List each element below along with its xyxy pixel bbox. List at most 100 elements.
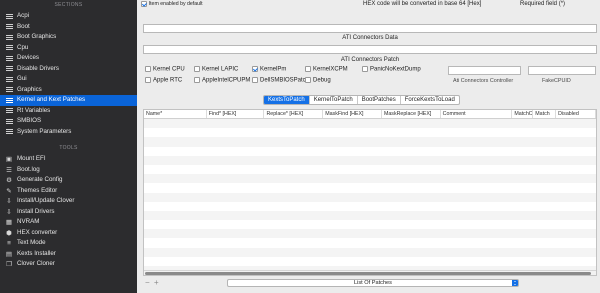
column-header[interactable]: Comment bbox=[441, 110, 513, 118]
tool-item[interactable]: ⬢ HEX converter bbox=[0, 228, 137, 239]
table-row bbox=[144, 146, 596, 156]
sidebar-item[interactable]: Devices bbox=[0, 53, 137, 64]
sections-header: SECTIONS bbox=[54, 2, 83, 8]
download-icon: ⇩ bbox=[6, 198, 12, 205]
list-icon bbox=[6, 87, 13, 93]
kernel-patch-label: DellSMBIOSPatch bbox=[260, 77, 310, 84]
kernel-patch-checkbox[interactable] bbox=[252, 77, 258, 83]
ati-connectors-data-top-field[interactable] bbox=[143, 24, 597, 33]
tool-item-label: Mount EFI bbox=[17, 155, 46, 162]
column-header[interactable]: Find* [HEX] bbox=[207, 110, 265, 118]
kernel-patch-option[interactable]: DellSMBIOSPatch bbox=[252, 77, 309, 84]
table-row bbox=[144, 201, 596, 211]
horizontal-scrollbar[interactable] bbox=[144, 270, 596, 275]
ati-connectors-controller-field[interactable] bbox=[448, 66, 521, 75]
list-of-patches-popup[interactable]: List Of Patches bbox=[227, 279, 519, 287]
list-icon bbox=[6, 24, 13, 30]
tool-item-label: Generate Config bbox=[17, 176, 63, 183]
sidebar-item-label: Gui bbox=[17, 75, 27, 82]
kernel-patch-label: Kernel LAPIC bbox=[202, 66, 239, 73]
remove-row-button[interactable]: − bbox=[145, 278, 150, 287]
sidebar-item-label: System Parameters bbox=[17, 127, 72, 135]
sidebar-item[interactable]: Rt Variables bbox=[0, 106, 137, 117]
kernel-patch-option[interactable]: KernelPm bbox=[252, 66, 302, 73]
tool-item[interactable]: ⇩ Install/Update Clover bbox=[0, 196, 137, 207]
sidebar-item[interactable]: SMBIOS bbox=[0, 116, 137, 127]
sidebar-item[interactable]: System Parameters bbox=[0, 127, 137, 138]
tool-item[interactable]: ▣ Mount EFI bbox=[0, 154, 137, 165]
tool-item-label: Themes Editor bbox=[17, 186, 58, 194]
list-icon bbox=[6, 129, 13, 135]
column-header[interactable]: Name* bbox=[144, 110, 207, 118]
sidebar-item[interactable]: Acpi bbox=[0, 11, 137, 22]
sidebar-item[interactable]: Boot Graphics bbox=[0, 32, 137, 43]
column-header[interactable]: MaskFind [HEX] bbox=[323, 110, 382, 118]
table-row bbox=[144, 238, 596, 248]
kernel-patch-option[interactable]: PanicNoKextDump bbox=[362, 66, 422, 73]
fake-cpuid-field[interactable] bbox=[528, 66, 596, 75]
table-row bbox=[144, 119, 596, 129]
sidebar-item[interactable]: Gui bbox=[0, 74, 137, 85]
list-icon bbox=[6, 55, 13, 62]
tool-item[interactable]: ☰ Boot.log bbox=[0, 165, 137, 176]
column-header[interactable]: MaskReplace [HEX] bbox=[382, 110, 441, 118]
list-icon bbox=[6, 108, 13, 114]
kernel-patch-checkbox[interactable] bbox=[145, 77, 151, 83]
kernel-patch-label: Apple RTC bbox=[153, 77, 183, 84]
kernel-patch-checkbox[interactable] bbox=[145, 66, 151, 72]
kernel-patch-checkbox[interactable] bbox=[305, 66, 311, 72]
sidebar-item[interactable]: Boot bbox=[0, 22, 137, 33]
sidebar-item-label: SMBIOS bbox=[17, 117, 42, 124]
tab[interactable]: KernelToPatch bbox=[310, 96, 358, 104]
tools-header: TOOLS bbox=[59, 145, 78, 151]
list-icon bbox=[6, 97, 13, 104]
sidebar: SECTIONS Acpi Boot Boot Graphics Cpu Devices… bbox=[0, 0, 137, 293]
kernel-patch-checkbox[interactable] bbox=[362, 66, 368, 72]
sidebar-item-label: Devices bbox=[17, 54, 40, 61]
tool-item[interactable]: ❐ Clover Cloner bbox=[0, 259, 137, 270]
sidebar-item-label: Rt Variables bbox=[17, 106, 51, 114]
kernel-patch-option[interactable]: KernelXCPM bbox=[305, 66, 359, 73]
column-header[interactable]: Disabled bbox=[556, 110, 596, 118]
sidebar-item[interactable]: Graphics bbox=[0, 85, 137, 96]
kernel-patch-checkbox[interactable] bbox=[194, 66, 200, 72]
table-row bbox=[144, 247, 596, 257]
tool-item[interactable]: ⚙ Generate Config bbox=[0, 175, 137, 186]
tool-item[interactable]: ≡ Text Mode bbox=[0, 238, 137, 249]
patches-table: Name* Find* [HEX] Replace* [HEX] MaskFind [… bbox=[143, 109, 597, 276]
tab[interactable]: BootPatches bbox=[358, 96, 401, 104]
kernel-patch-option[interactable]: Debug bbox=[305, 77, 345, 84]
kernel-patch-checkbox[interactable] bbox=[194, 77, 200, 83]
tool-item[interactable]: ⇩ Install Drivers bbox=[0, 207, 137, 218]
kernel-patch-checkbox[interactable] bbox=[305, 77, 311, 83]
item-enabled-checkbox[interactable] bbox=[141, 1, 147, 7]
tool-item[interactable]: ▦ NVRAM bbox=[0, 217, 137, 228]
tab[interactable]: KextsToPatch bbox=[264, 96, 310, 104]
ati-connectors-data-field[interactable] bbox=[143, 45, 597, 54]
sidebar-item-label: Kernel and Kext Patches bbox=[17, 96, 86, 103]
add-row-button[interactable]: + bbox=[154, 278, 159, 287]
gear-icon: ⚙ bbox=[6, 177, 12, 184]
kernel-patch-option[interactable]: Kernel CPU bbox=[145, 66, 191, 73]
sidebar-item[interactable]: Disable Drivers bbox=[0, 64, 137, 75]
kernel-patch-checkbox[interactable] bbox=[252, 66, 258, 72]
sidebar-item[interactable]: Kernel and Kext Patches bbox=[0, 95, 137, 106]
scrollbar-thumb[interactable] bbox=[145, 272, 591, 275]
kernel-patch-option[interactable]: Apple RTC bbox=[145, 77, 191, 84]
ati-connectors-patch-label: ATI Connectors Patch bbox=[340, 57, 400, 63]
tool-item[interactable]: ✎ Themes Editor bbox=[0, 186, 137, 197]
kernel-patch-label: PanicNoKextDump bbox=[370, 66, 421, 73]
clone-icon: ❐ bbox=[6, 261, 12, 268]
column-header[interactable]: Replace* [HEX] bbox=[264, 110, 324, 118]
tab[interactable]: ForceKextsToLoad bbox=[401, 96, 459, 104]
table-row bbox=[144, 256, 596, 266]
chip-icon: ▦ bbox=[5, 219, 13, 226]
sidebar-item[interactable]: Cpu bbox=[0, 43, 137, 54]
kernel-patch-option[interactable]: AppleIntelCPUPM bbox=[194, 77, 250, 84]
list-icon bbox=[6, 13, 13, 20]
kernel-patch-option[interactable]: Kernel LAPIC bbox=[194, 66, 249, 73]
column-header[interactable]: MatchOS bbox=[512, 110, 534, 118]
tool-item[interactable]: ▤ Kexts Installer bbox=[0, 249, 137, 260]
column-header[interactable]: Match bbox=[533, 110, 557, 118]
table-row bbox=[144, 128, 596, 138]
